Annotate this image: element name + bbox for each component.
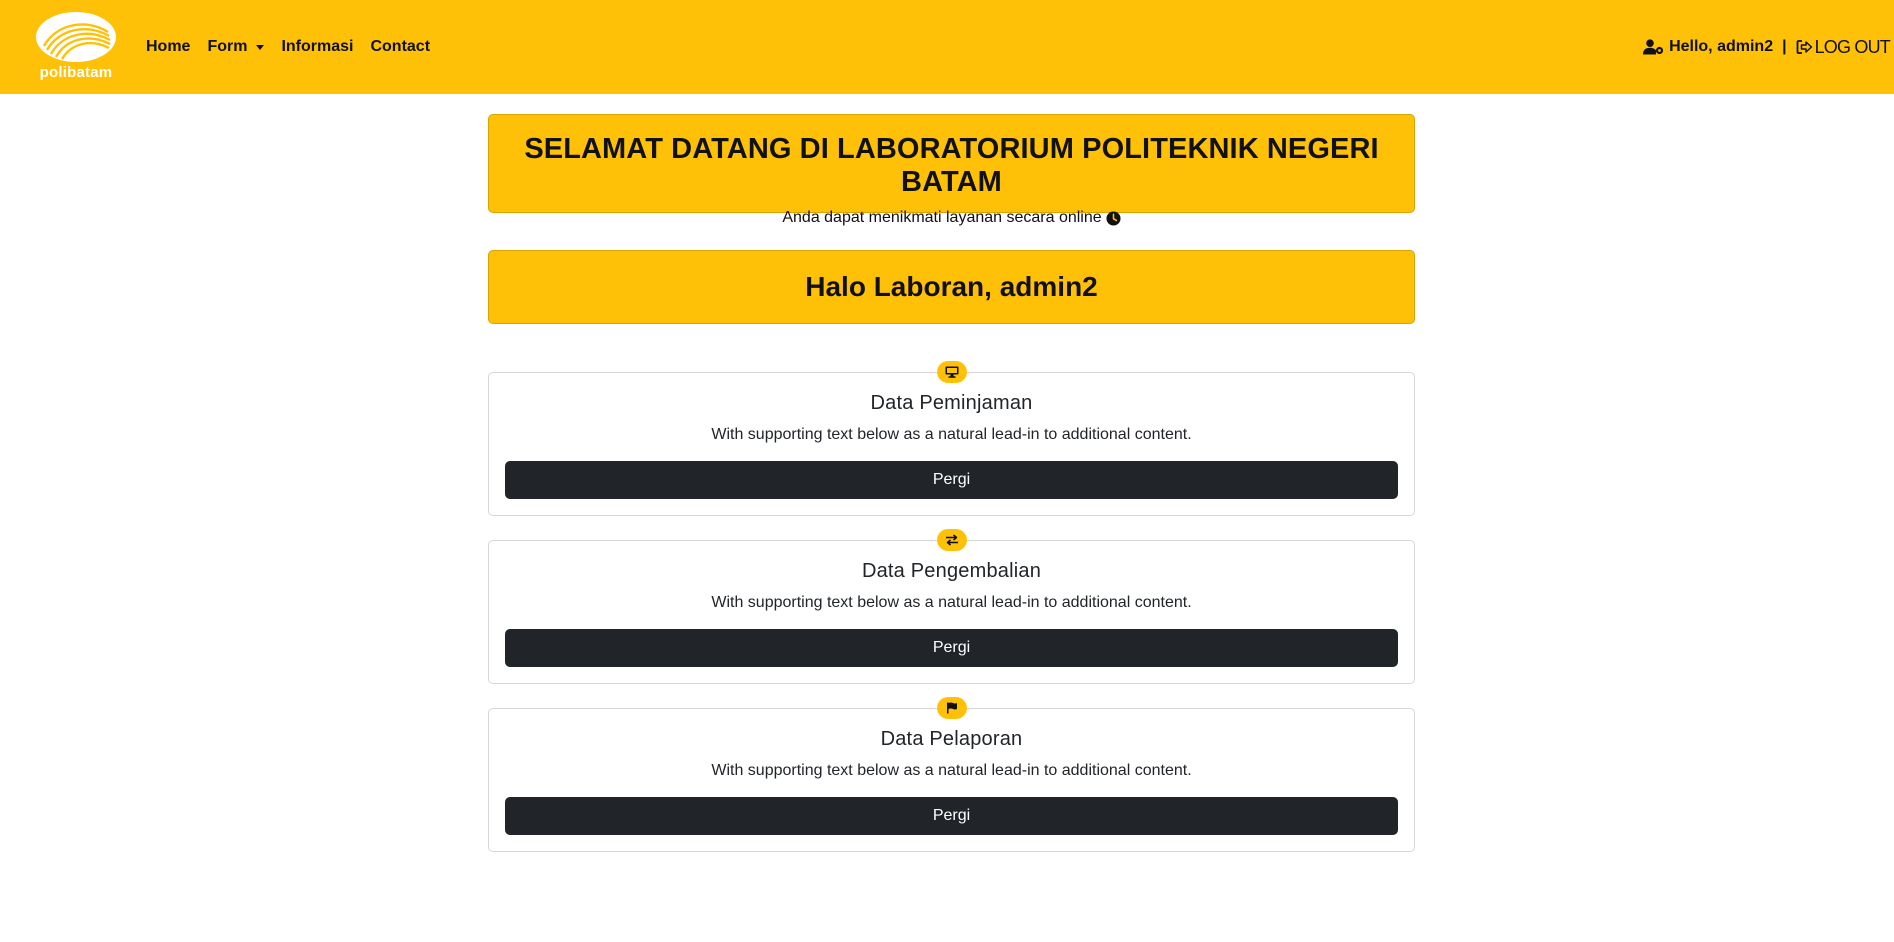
main-nav: Home Form Informasi Contact [146,0,430,94]
main-content: SELAMAT DATANG DI LABORATORIUM POLITEKNI… [488,114,1415,852]
user-area: Hello, admin2 | LOG OUT [1643,0,1891,94]
logout-button[interactable]: LOG OUT [1796,36,1891,58]
exchange-arrows-icon [945,534,958,546]
welcome-title: SELAMAT DATANG DI LABORATORIUM POLITEKNI… [524,133,1379,198]
card-title: Data Peminjaman [870,392,1033,414]
clock-icon [1106,210,1121,226]
user-greeting-text: Hello, admin2 [1669,38,1774,55]
nav-form-label: Form [207,38,248,55]
welcome-subtitle-text: Anda dapat menikmati layanan secara onli… [782,209,1102,226]
card-data-peminjaman: Data Peminjaman With supporting text bel… [488,361,1415,516]
card-badge [936,529,967,551]
pergi-button-peminjaman[interactable]: Pergi [505,461,1398,499]
welcome-banner: SELAMAT DATANG DI LABORATORIUM POLITEKNI… [488,114,1415,226]
nav-form-dropdown[interactable]: Form [207,38,265,56]
card-title: Data Pelaporan [880,728,1023,750]
nav-home[interactable]: Home [146,38,190,56]
pergi-button-pengembalian[interactable]: Pergi [505,629,1398,667]
desktop-icon [945,366,958,378]
logout-label: LOG OUT [1814,36,1891,57]
welcome-subtitle: Anda dapat menikmati layanan secara onli… [489,209,1414,227]
card-title: Data Pengembalian [861,560,1042,582]
brand-text: polibatam [39,64,113,81]
pergi-button-pelaporan[interactable]: Pergi [505,797,1398,835]
caret-down-icon [256,44,265,50]
nav-informasi[interactable]: Informasi [281,38,353,56]
nav-home-label: Home [146,38,191,55]
polibatam-logo[interactable]: polibatam [34,10,118,82]
nav-contact-label: Contact [370,38,431,55]
card-data-pelaporan: Data Pelaporan With supporting text belo… [488,697,1415,852]
card-text: With supporting text below as a natural … [711,762,1192,779]
card-badge [936,697,967,719]
laboran-greeting-title: Halo Laboran, admin2 [805,271,1098,302]
nav-informasi-label: Informasi [281,38,354,55]
nav-contact[interactable]: Contact [370,38,430,56]
sign-out-icon [1796,40,1812,54]
flag-icon [946,702,957,714]
top-navbar: polibatam Home Form Informasi Contact He… [0,0,1894,94]
user-greeting: Hello, admin2 [1643,38,1773,56]
user-gear-icon [1643,39,1664,55]
laboran-greeting-banner: Halo Laboran, admin2 [488,250,1415,324]
nav-separator: | [1782,38,1787,55]
card-data-pengembalian: Data Pengembalian With supporting text b… [488,529,1415,684]
card-text: With supporting text below as a natural … [711,426,1192,443]
card-badge [936,361,967,383]
card-text: With supporting text below as a natural … [711,594,1192,611]
polibatam-emblem-icon [36,12,116,62]
